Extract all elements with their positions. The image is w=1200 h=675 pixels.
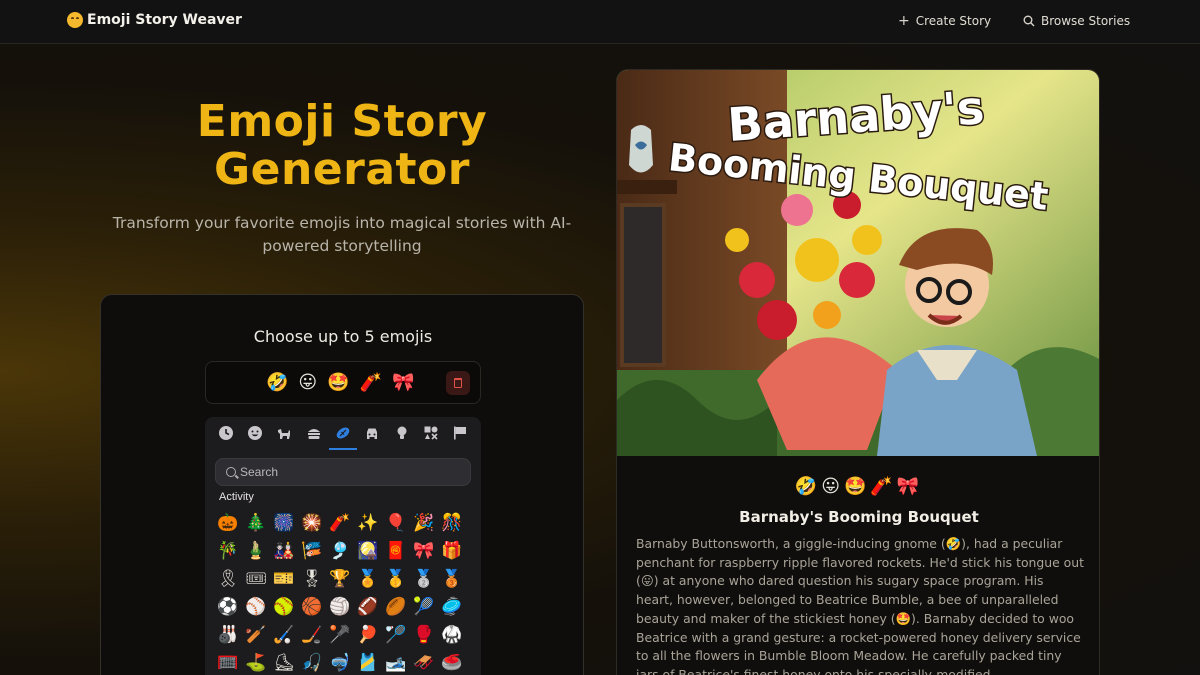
story-emoji-row: 🤣😛🤩🧨🎀 bbox=[794, 476, 924, 497]
symbols-icon[interactable] bbox=[422, 424, 440, 442]
emoji-option[interactable]: 🏑 bbox=[270, 621, 298, 649]
emoji-option[interactable]: 🎍 bbox=[242, 537, 270, 565]
category-tabs bbox=[205, 417, 481, 450]
section-label: Activity bbox=[219, 491, 254, 503]
brand-name: Emoji Story Weaver bbox=[87, 12, 242, 28]
emoji-option[interactable]: 🥇 bbox=[382, 565, 410, 593]
clear-selection-button[interactable] bbox=[446, 371, 470, 395]
emoji-option[interactable]: 🧨 bbox=[326, 509, 354, 537]
emoji-option[interactable]: 🎈 bbox=[382, 509, 410, 537]
emoji-option[interactable]: 🎿 bbox=[382, 649, 410, 675]
emoji-option[interactable]: 🏈 bbox=[354, 593, 382, 621]
emoji-grid: 🎃 🎄 🎆 🎇 🧨 ✨ 🎈 🎉 🎊 🎋 🎍 🎎 🎏 🎐 🎑 🧧 🎀 🎁 🎗 🎟 🎫 🎖 🏆 🏅 🥇 🥈 🥉 ⚽ ⚾ 🥎 🏀 🏐 🏈 🏉 🎾 🥏 🎳 🏏 🏑 🏒… bbox=[214, 509, 466, 675]
selected-emoji[interactable]: 🤣 bbox=[266, 372, 288, 393]
emoji-option[interactable]: 🎾 bbox=[410, 593, 438, 621]
flags-icon[interactable] bbox=[451, 424, 469, 442]
emoji-option[interactable]: 🎽 bbox=[354, 649, 382, 675]
emoji-option[interactable]: 🧧 bbox=[382, 537, 410, 565]
emoji-option[interactable]: 🥊 bbox=[410, 621, 438, 649]
emoji-option[interactable]: 🏆 bbox=[326, 565, 354, 593]
emoji-option[interactable]: 🎎 bbox=[270, 537, 298, 565]
emoji-option[interactable]: ✨ bbox=[354, 509, 382, 537]
emoji-option[interactable]: 🥍 bbox=[326, 621, 354, 649]
emoji-option[interactable]: 🎉 bbox=[410, 509, 438, 537]
animals-icon[interactable] bbox=[275, 424, 293, 442]
smileys-icon[interactable] bbox=[246, 424, 264, 442]
emoji-option[interactable]: 🎁 bbox=[438, 537, 466, 565]
emoji-option[interactable]: 🎃 bbox=[214, 509, 242, 537]
browse-stories-link[interactable]: Browse Stories bbox=[1023, 14, 1130, 28]
emoji-option[interactable]: 🎏 bbox=[298, 537, 326, 565]
emoji-option[interactable]: 🏓 bbox=[354, 621, 382, 649]
emoji-option[interactable]: 🎖 bbox=[298, 565, 326, 593]
emoji-search-field[interactable] bbox=[215, 458, 471, 486]
emoji-option[interactable]: 🎫 bbox=[270, 565, 298, 593]
selected-emoji[interactable]: 🧨 bbox=[360, 372, 382, 393]
top-nav: Emoji Story Weaver + Create Story Browse… bbox=[0, 0, 1200, 44]
activity-icon[interactable] bbox=[328, 424, 357, 450]
emoji-option[interactable]: ⛸ bbox=[270, 649, 298, 675]
smiling-face-icon bbox=[67, 12, 83, 28]
emoji-option[interactable]: 🥅 bbox=[214, 649, 242, 675]
emoji-option[interactable]: 🎊 bbox=[438, 509, 466, 537]
emoji-option[interactable]: 🥌 bbox=[438, 649, 466, 675]
selected-emoji[interactable]: 🤩 bbox=[327, 372, 349, 393]
emoji-search-input[interactable] bbox=[240, 459, 460, 485]
emoji-option[interactable]: 🏅 bbox=[354, 565, 382, 593]
emoji-option[interactable]: 🥈 bbox=[410, 565, 438, 593]
emoji-option[interactable]: ⛳ bbox=[242, 649, 270, 675]
trash-icon bbox=[454, 378, 462, 388]
emoji-option[interactable]: 🎳 bbox=[214, 621, 242, 649]
recent-icon[interactable] bbox=[217, 424, 235, 442]
browse-stories-label: Browse Stories bbox=[1041, 14, 1131, 28]
emoji-option[interactable]: 🛷 bbox=[410, 649, 438, 675]
search-icon bbox=[1023, 15, 1035, 27]
emoji-option[interactable]: 🏀 bbox=[298, 593, 326, 621]
emoji-option[interactable]: ⚾ bbox=[242, 593, 270, 621]
emoji-picker-card: Choose up to 5 emojis 🤣 😛 🤩 🧨 🎀 Search A… bbox=[100, 294, 584, 675]
emoji-option[interactable]: 🎄 bbox=[242, 509, 270, 537]
story-body: Barnaby Buttonsworth, a giggle-inducing … bbox=[636, 536, 1084, 675]
selected-emojis-bar: 🤣 😛 🤩 🧨 🎀 bbox=[205, 361, 481, 404]
create-story-link[interactable]: + Create Story bbox=[898, 14, 991, 28]
emoji-picker: Activity 🎃🎄🎆🎇🧨✨🎈🎉🎊 🎋🎍🎎🎏🎐🎑🧧🎀🎁 🎗🎟🎫🎖🏆🏅🥇🥈🥉 ⚽⚾🥎🏀… bbox=[205, 417, 481, 675]
emoji-option[interactable]: 🎀 bbox=[410, 537, 438, 565]
selected-emoji-list: 🤣 😛 🤩 🧨 🎀 bbox=[266, 372, 414, 393]
emoji-option[interactable]: 🎗 bbox=[214, 565, 242, 593]
emoji-option[interactable]: 🎟 bbox=[242, 565, 270, 593]
emoji-option[interactable]: 🎋 bbox=[214, 537, 242, 565]
travel-icon[interactable] bbox=[363, 424, 381, 442]
emoji-option[interactable]: 🥉 bbox=[438, 565, 466, 593]
emoji-option[interactable]: 🏸 bbox=[382, 621, 410, 649]
emoji-option[interactable]: 🎑 bbox=[354, 537, 382, 565]
story-illustration: Barnaby's Booming Bouquet bbox=[617, 70, 1099, 456]
emoji-option[interactable]: 🏐 bbox=[326, 593, 354, 621]
plus-icon: + bbox=[898, 13, 910, 29]
emoji-option[interactable]: 🥎 bbox=[270, 593, 298, 621]
emoji-option[interactable]: 🎆 bbox=[270, 509, 298, 537]
emoji-option[interactable]: 🏏 bbox=[242, 621, 270, 649]
objects-icon[interactable] bbox=[393, 424, 411, 442]
emoji-option[interactable]: 🥋 bbox=[438, 621, 466, 649]
emoji-option[interactable]: 🏒 bbox=[298, 621, 326, 649]
emoji-option[interactable]: 🎇 bbox=[298, 509, 326, 537]
picker-heading: Choose up to 5 emojis bbox=[253, 327, 433, 346]
brand[interactable]: Emoji Story Weaver bbox=[67, 12, 242, 28]
create-story-label: Create Story bbox=[915, 14, 992, 28]
search-icon bbox=[226, 467, 236, 477]
page-title: Emoji Story Generator bbox=[196, 96, 488, 195]
emoji-option[interactable]: ⚽ bbox=[214, 593, 242, 621]
page-subtitle: Transform your favorite emojis into magi… bbox=[112, 214, 572, 255]
emoji-option[interactable]: 🎣 bbox=[298, 649, 326, 675]
emoji-option[interactable]: 🥏 bbox=[438, 593, 466, 621]
emoji-option[interactable]: 🏉 bbox=[382, 593, 410, 621]
food-icon[interactable] bbox=[305, 424, 323, 442]
selected-emoji[interactable]: 🎀 bbox=[392, 372, 414, 393]
emoji-option[interactable]: 🎐 bbox=[326, 537, 354, 565]
story-title: Barnaby's Booming Bouquet bbox=[739, 508, 979, 526]
story-card: Barnaby's Booming Bouquet 🤣😛🤩🧨🎀 Barnaby'… bbox=[616, 69, 1100, 675]
emoji-option[interactable]: 🤿 bbox=[326, 649, 354, 675]
selected-emoji[interactable]: 😛 bbox=[298, 372, 317, 393]
